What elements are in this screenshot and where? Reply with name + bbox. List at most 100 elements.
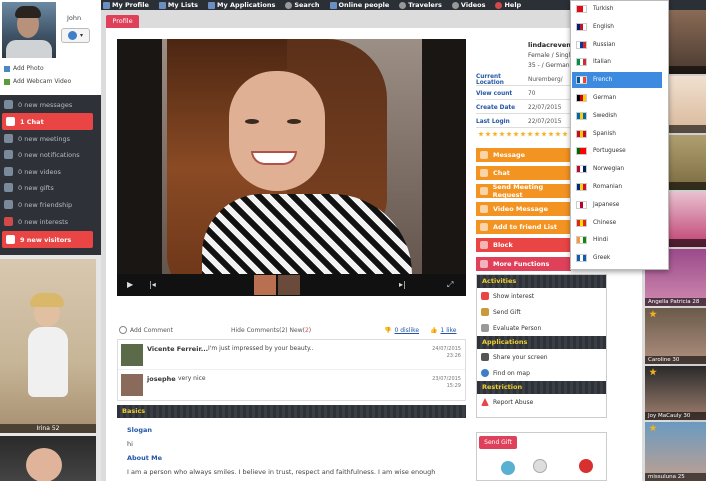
member-thumb[interactable]: Joy MaCauly 30: [645, 366, 706, 420]
profile-username: lindacreven: [528, 41, 571, 49]
comment-date: 23/07/2015 15:29: [432, 376, 461, 389]
more-functions-button[interactable]: More Functions: [476, 257, 571, 272]
language-option-greek[interactable]: Greek: [572, 250, 662, 266]
like-button[interactable]: 👍 1 like: [430, 327, 457, 334]
user-avatar[interactable]: [2, 2, 56, 58]
tab-profile[interactable]: Profile: [106, 15, 139, 28]
chevron-down-icon: ▾: [79, 32, 83, 39]
language-label: French: [593, 77, 613, 84]
comment-date: 24/07/2015 23:26: [432, 346, 461, 359]
report-abuse-link[interactable]: Report Abuse: [477, 394, 606, 410]
member-thumb[interactable]: missuluna 25: [645, 422, 706, 481]
language-option-norwegian[interactable]: Norwegian: [572, 161, 662, 177]
menu-new-meetings[interactable]: 0 new meetings: [0, 130, 101, 147]
language-option-swedish[interactable]: Swedish: [572, 108, 662, 124]
more-icon: [480, 260, 488, 268]
user-icon: [103, 1, 110, 9]
gift-item[interactable]: [579, 459, 593, 473]
photo-thumb[interactable]: [254, 275, 276, 295]
language-option-portuguese[interactable]: Portuguese: [572, 143, 662, 159]
chat-button[interactable]: Chat: [476, 166, 571, 181]
profile-age-country: 35 - / Germany: [528, 62, 574, 69]
nav-online-people[interactable]: Online people: [329, 1, 389, 9]
video-message-button[interactable]: Video Message: [476, 202, 571, 217]
send-gift-link[interactable]: Send Gift: [477, 304, 606, 320]
commenter-avatar[interactable]: [121, 374, 143, 396]
member-thumb[interactable]: Irina 52: [0, 259, 96, 433]
message-button[interactable]: Message: [476, 148, 571, 163]
nav-my-lists[interactable]: My Lists: [158, 1, 198, 9]
thumbs-down-icon: 👎: [384, 326, 392, 334]
flag-icon: [576, 76, 587, 85]
add-webcam-link[interactable]: Add Webcam Video: [4, 78, 71, 85]
commenter-name[interactable]: josephe: [147, 375, 176, 383]
gift-item[interactable]: [533, 459, 547, 473]
menu-new-gifts[interactable]: 0 new gifts: [0, 179, 101, 196]
menu-new-interests[interactable]: 0 new interests: [0, 213, 101, 230]
member-thumb[interactable]: [0, 436, 96, 481]
menu-new-messages[interactable]: 0 new messages: [0, 96, 101, 113]
menu-new-notifications[interactable]: 0 new notifications: [0, 146, 101, 163]
add-to-friend-list-button[interactable]: Add to friend List: [476, 220, 571, 235]
language-option-turkish[interactable]: Turkish: [572, 1, 662, 17]
menu-new-videos[interactable]: 0 new videos: [0, 163, 101, 180]
play-icon[interactable]: ▶: [127, 280, 136, 289]
language-option-chinese[interactable]: Chinese: [572, 215, 662, 231]
language-option-english[interactable]: English: [572, 19, 662, 35]
nav-my-profile[interactable]: My Profile: [103, 1, 149, 9]
menu-new-visitors[interactable]: 9 new visitors: [2, 231, 93, 248]
thumbs-up-icon: 👍: [430, 326, 438, 334]
gift-item[interactable]: [501, 461, 515, 475]
map-icon: [481, 369, 489, 377]
user-name: John: [67, 14, 82, 22]
profile-photo-viewer[interactable]: ▶ |◂ ▸| ⤢: [117, 39, 466, 296]
dislike-button[interactable]: 👎 0 dislike: [384, 327, 419, 334]
status-dropdown[interactable]: ▾: [61, 28, 90, 43]
language-label: Greek: [593, 255, 611, 262]
fullscreen-icon[interactable]: ⤢: [447, 280, 456, 289]
language-label: English: [593, 23, 614, 30]
flag-icon: [576, 147, 587, 156]
nav-travelers[interactable]: Travelers: [399, 1, 442, 9]
photo-thumb[interactable]: [278, 275, 300, 295]
send-gift-button[interactable]: Send Gift: [479, 436, 517, 449]
language-option-hindi[interactable]: Hindi: [572, 232, 662, 248]
block-button[interactable]: Block: [476, 238, 571, 253]
language-option-russian[interactable]: Russian: [572, 37, 662, 53]
send-meeting-request-button[interactable]: Send Meeting Request: [476, 183, 571, 199]
chat-icon: [6, 117, 15, 126]
language-option-romanian[interactable]: Romanian: [572, 179, 662, 195]
commenter-name[interactable]: Vicente Ferreir...: [147, 345, 208, 353]
rating-stars[interactable]: [478, 131, 575, 137]
flag-icon: [576, 129, 587, 138]
language-label: Hindi: [593, 237, 608, 244]
evaluate-person-link[interactable]: Evaluate Person: [477, 320, 606, 336]
language-option-japanese[interactable]: Japanese: [572, 197, 662, 213]
nav-my-applications[interactable]: My Applications: [208, 1, 275, 9]
language-option-italian[interactable]: Italian: [572, 54, 662, 70]
commenter-avatar[interactable]: [121, 344, 143, 366]
menu-chat[interactable]: 1 Chat: [2, 113, 93, 130]
nav-help[interactable]: Help: [495, 1, 521, 9]
language-option-german[interactable]: German: [572, 90, 662, 106]
meeting-icon: [4, 134, 13, 143]
member-thumb[interactable]: Caroline 30: [645, 308, 706, 364]
hide-comments-link[interactable]: Hide Comments(2) New(2): [231, 327, 311, 334]
menu-new-friendship[interactable]: 0 new friendship: [0, 196, 101, 213]
notification-menu: 0 new messages 1 Chat 0 new meetings 0 n…: [0, 95, 101, 255]
comment-text: very nice: [178, 375, 206, 382]
show-interest-link[interactable]: Show interest: [477, 288, 606, 304]
language-option-french[interactable]: French: [572, 72, 662, 89]
share-screen-link[interactable]: Share your screen: [477, 349, 606, 365]
add-friend-icon: [480, 223, 488, 231]
language-label: Italian: [593, 59, 611, 66]
language-option-spanish[interactable]: Spanish: [572, 126, 662, 142]
add-photo-link[interactable]: Add Photo: [4, 65, 44, 72]
next-icon[interactable]: ▸|: [399, 280, 408, 289]
add-comment-link[interactable]: Add Comment: [119, 326, 173, 334]
nav-videos[interactable]: Videos: [451, 1, 485, 9]
gift-icon: [481, 308, 489, 316]
find-on-map-link[interactable]: Find on map: [477, 365, 606, 381]
nav-search[interactable]: Search: [285, 1, 320, 9]
prev-icon[interactable]: |◂: [149, 280, 158, 289]
